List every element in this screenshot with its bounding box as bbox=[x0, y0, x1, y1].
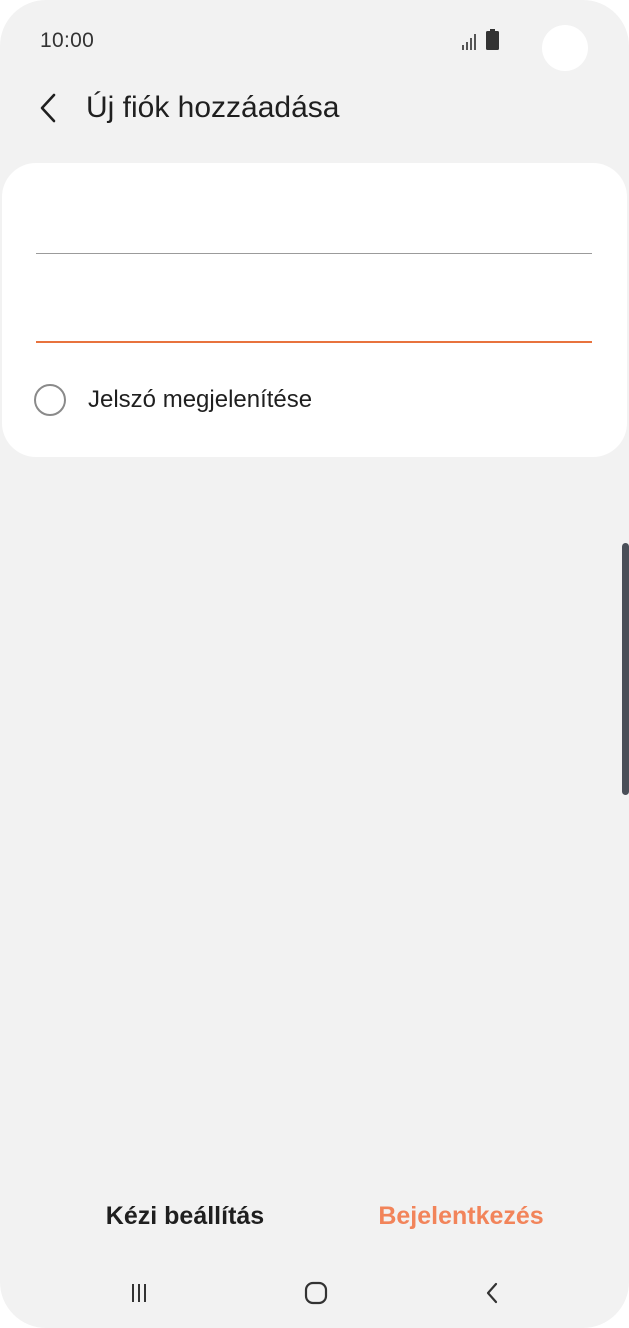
email-input[interactable] bbox=[36, 200, 592, 253]
back-icon bbox=[486, 1282, 498, 1304]
chevron-left-icon bbox=[40, 93, 56, 123]
password-input[interactable] bbox=[36, 288, 592, 341]
password-field[interactable] bbox=[36, 288, 592, 343]
login-button[interactable]: Bejelentkezés bbox=[336, 1202, 586, 1231]
nav-recents-button[interactable] bbox=[119, 1276, 159, 1310]
show-password-checkbox[interactable] bbox=[34, 384, 66, 416]
recents-icon bbox=[132, 1284, 146, 1302]
page-title: Új fiók hozzáadása bbox=[86, 91, 340, 124]
scrollbar[interactable] bbox=[622, 543, 629, 795]
camera-cutout bbox=[542, 25, 588, 71]
home-icon bbox=[304, 1281, 328, 1305]
nav-home-button[interactable] bbox=[296, 1276, 336, 1310]
show-password-toggle[interactable]: Jelszó megjelenítése bbox=[34, 383, 312, 417]
email-field[interactable] bbox=[36, 200, 592, 254]
back-button[interactable] bbox=[30, 88, 66, 128]
signal-icon bbox=[462, 34, 476, 50]
status-time: 10:00 bbox=[40, 29, 95, 52]
nav-back-button[interactable] bbox=[472, 1276, 512, 1310]
phone-screen: 10:00 Új fiók hozzáadása Jelszó megjelen… bbox=[0, 0, 629, 1328]
battery-icon bbox=[486, 29, 499, 50]
manual-setup-button[interactable]: Kézi beállítás bbox=[60, 1202, 310, 1231]
show-password-label: Jelszó megjelenítése bbox=[88, 386, 313, 413]
